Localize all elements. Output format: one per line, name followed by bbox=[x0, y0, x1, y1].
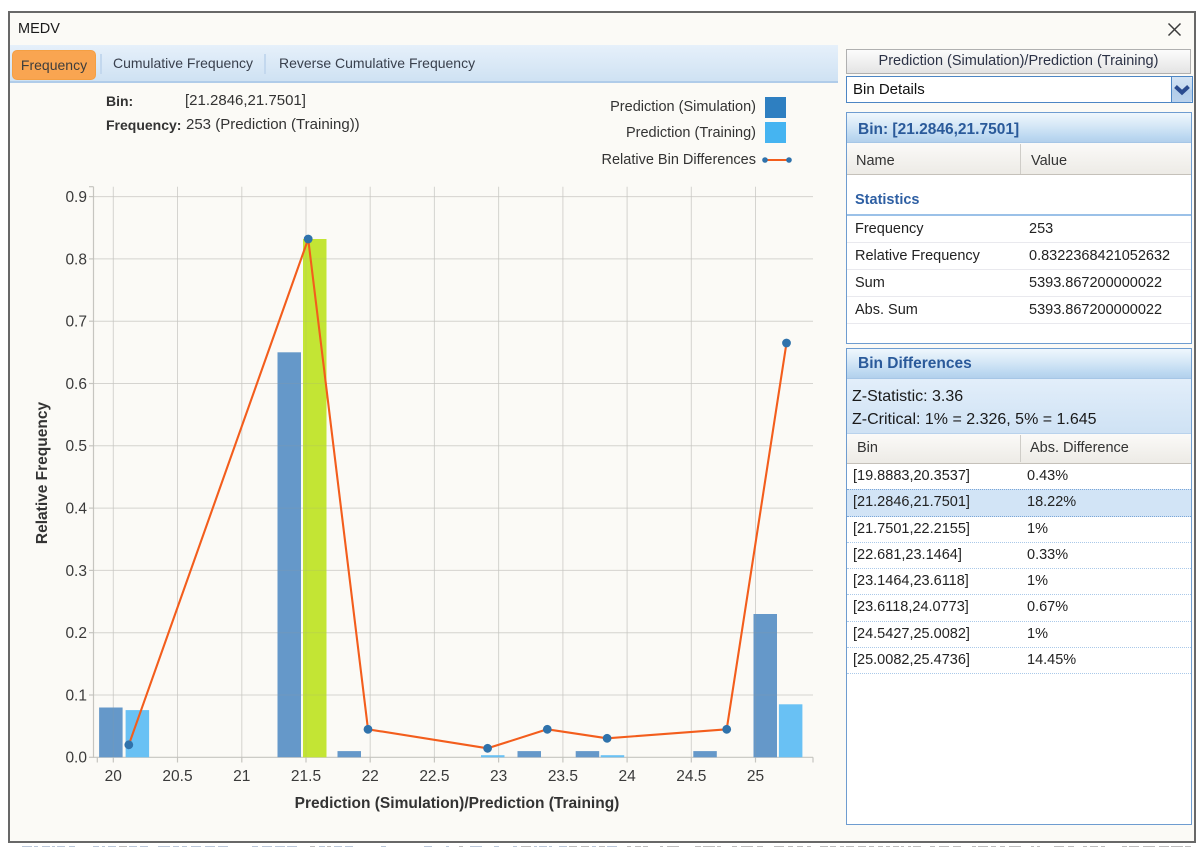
svg-text:0.5: 0.5 bbox=[65, 438, 87, 455]
svg-text:0.3: 0.3 bbox=[65, 563, 87, 580]
svg-text:0.2: 0.2 bbox=[65, 625, 87, 642]
svg-text:21: 21 bbox=[233, 768, 250, 785]
svg-text:22.5: 22.5 bbox=[419, 768, 449, 785]
svg-text:24.5: 24.5 bbox=[676, 768, 706, 785]
svg-text:0.4: 0.4 bbox=[65, 501, 87, 518]
svg-text:24: 24 bbox=[618, 768, 636, 785]
svg-text:0.7: 0.7 bbox=[65, 314, 87, 331]
svg-text:0.9: 0.9 bbox=[65, 189, 87, 206]
svg-text:0.0: 0.0 bbox=[65, 750, 87, 767]
svg-text:20.5: 20.5 bbox=[162, 768, 192, 785]
svg-text:21.5: 21.5 bbox=[291, 768, 321, 785]
svg-text:23.5: 23.5 bbox=[548, 768, 578, 785]
svg-text:0.1: 0.1 bbox=[65, 687, 87, 704]
svg-text:0.6: 0.6 bbox=[65, 376, 87, 393]
svg-text:23: 23 bbox=[490, 768, 507, 785]
svg-text:20: 20 bbox=[105, 768, 123, 785]
svg-text:22: 22 bbox=[362, 768, 379, 785]
svg-text:25: 25 bbox=[747, 768, 764, 785]
svg-text:0.8: 0.8 bbox=[65, 251, 87, 268]
